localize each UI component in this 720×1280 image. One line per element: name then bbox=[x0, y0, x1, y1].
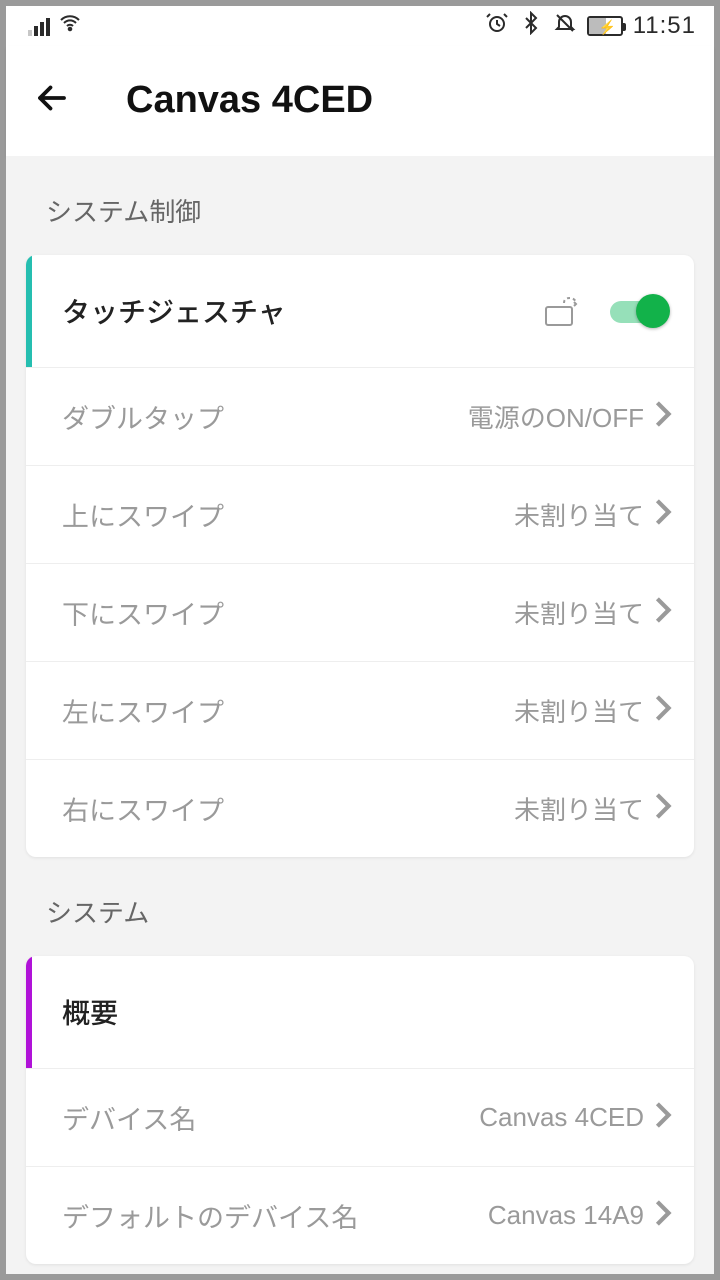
row-default-device-name[interactable]: デフォルトのデバイス名 Canvas 14A9 bbox=[26, 1166, 694, 1264]
overview-label: 概要 bbox=[62, 992, 668, 1032]
row-swipe-down[interactable]: 下にスワイプ 未割り当て bbox=[26, 563, 694, 661]
battery-icon: ⚡ bbox=[587, 16, 623, 36]
app-header: Canvas 4CED bbox=[6, 46, 714, 156]
chevron-right-icon bbox=[654, 498, 672, 531]
row-touch-gesture[interactable]: タッチジェスチャ bbox=[26, 255, 694, 367]
touch-gesture-label: タッチジェスチャ bbox=[62, 291, 544, 331]
row-label: デバイス名 bbox=[62, 1098, 479, 1137]
section-label-system: システム bbox=[6, 857, 714, 956]
gesture-icon bbox=[544, 295, 582, 327]
wifi-icon bbox=[58, 11, 82, 41]
card-system: 概要 デバイス名 Canvas 4CED デフォルトのデバイス名 Canvas … bbox=[26, 956, 694, 1264]
row-swipe-up[interactable]: 上にスワイプ 未割り当て bbox=[26, 465, 694, 563]
row-value: 未割り当て bbox=[514, 594, 644, 631]
row-value: 未割り当て bbox=[514, 496, 644, 533]
row-value: 未割り当て bbox=[514, 692, 644, 729]
touch-gesture-toggle[interactable] bbox=[610, 295, 668, 327]
clock: 11:51 bbox=[633, 12, 696, 40]
row-value: Canvas 14A9 bbox=[488, 1200, 644, 1231]
status-bar: ⚡ 11:51 bbox=[6, 6, 714, 46]
back-button[interactable] bbox=[34, 80, 70, 121]
row-label: 上にスワイプ bbox=[62, 495, 514, 534]
row-label: 下にスワイプ bbox=[62, 593, 514, 632]
chevron-right-icon bbox=[654, 792, 672, 825]
row-label: デフォルトのデバイス名 bbox=[62, 1196, 488, 1235]
chevron-right-icon bbox=[654, 694, 672, 727]
row-value: 未割り当て bbox=[514, 790, 644, 827]
row-label: 左にスワイプ bbox=[62, 691, 514, 730]
status-left bbox=[28, 11, 82, 41]
bell-off-icon bbox=[553, 11, 577, 41]
alarm-icon bbox=[485, 11, 509, 41]
status-right: ⚡ 11:51 bbox=[485, 11, 696, 41]
chevron-right-icon bbox=[654, 596, 672, 629]
card-system-control: タッチジェスチャ ダブルタップ 電源のON/OFF 上にスワイプ 未割り当て 下… bbox=[26, 255, 694, 857]
bluetooth-icon bbox=[519, 11, 543, 41]
row-label: 右にスワイプ bbox=[62, 789, 514, 828]
row-overview[interactable]: 概要 bbox=[26, 956, 694, 1068]
row-value: Canvas 4CED bbox=[479, 1102, 644, 1133]
row-double-tap[interactable]: ダブルタップ 電源のON/OFF bbox=[26, 367, 694, 465]
row-swipe-right[interactable]: 右にスワイプ 未割り当て bbox=[26, 759, 694, 857]
chevron-right-icon bbox=[654, 1199, 672, 1232]
content: システム制御 タッチジェスチャ ダブルタップ 電源のON/OFF 上にスワイプ … bbox=[6, 156, 714, 1274]
chevron-right-icon bbox=[654, 1101, 672, 1134]
row-label: ダブルタップ bbox=[62, 397, 468, 436]
chevron-right-icon bbox=[654, 400, 672, 433]
signal-icon bbox=[28, 16, 50, 36]
section-label-system-control: システム制御 bbox=[6, 156, 714, 255]
row-device-name[interactable]: デバイス名 Canvas 4CED bbox=[26, 1068, 694, 1166]
page-title: Canvas 4CED bbox=[126, 79, 373, 122]
row-value: 電源のON/OFF bbox=[468, 398, 644, 435]
row-swipe-left[interactable]: 左にスワイプ 未割り当て bbox=[26, 661, 694, 759]
